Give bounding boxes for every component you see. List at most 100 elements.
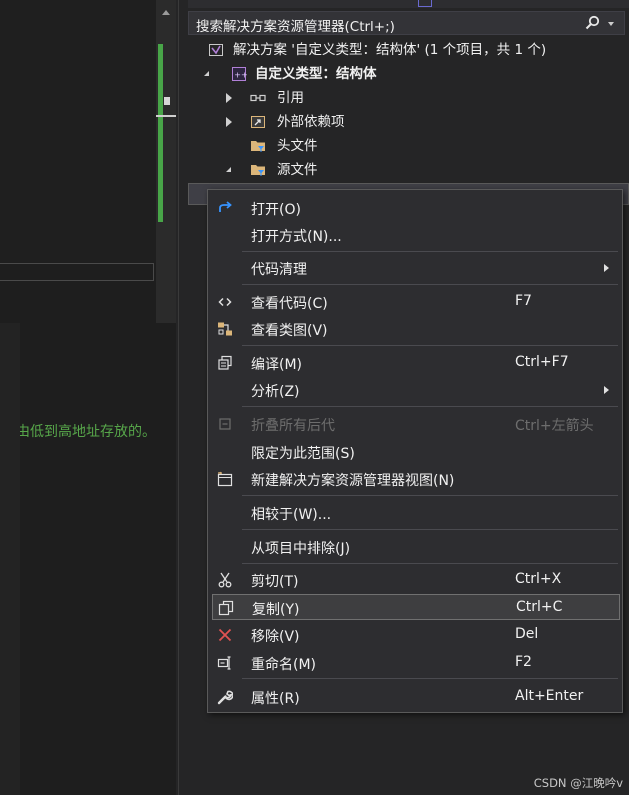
scrollbar-track[interactable]	[0, 323, 20, 795]
menu-item-label: 查看代码(C)	[251, 296, 328, 312]
menu-item-open-with[interactable]: 打开方式(N)...	[208, 222, 622, 248]
external-dependencies-icon	[251, 116, 265, 128]
menu-item-open[interactable]: 打开(O)	[208, 195, 622, 221]
menu-separator	[242, 495, 618, 496]
compile-icon	[218, 355, 232, 370]
expander-open-icon[interactable]	[226, 167, 231, 172]
tree-item-external-dependencies[interactable]: 外部依赖项	[188, 110, 629, 134]
remove-x-icon	[218, 628, 232, 642]
menu-item-label: 从项目中排除(J)	[251, 541, 351, 557]
change-marker-bar	[158, 44, 163, 222]
menu-item-view-class-diagram[interactable]: 查看类图(V)	[208, 316, 622, 342]
menu-item-remove[interactable]: 移除(V) Del	[208, 622, 622, 648]
menu-separator	[242, 678, 618, 679]
menu-item-rename[interactable]: 重命名(M) F2	[208, 650, 622, 676]
menu-separator	[242, 529, 618, 530]
explorer-search-box[interactable]: 搜索解决方案资源管理器(Ctrl+;)	[188, 11, 625, 35]
menu-item-shortcut: Ctrl+X	[515, 571, 562, 587]
external-dependencies-label: 外部依赖项	[277, 114, 345, 130]
header-files-label: 头文件	[277, 138, 318, 154]
editor-upper-pane	[0, 0, 156, 262]
tree-item-references[interactable]: 引用	[188, 86, 629, 110]
solution-icon	[209, 44, 223, 56]
submenu-arrow-icon	[604, 386, 609, 394]
editor-lower-pane	[0, 284, 156, 795]
menu-item-label: 折叠所有后代	[251, 418, 335, 434]
tree-item-source-files[interactable]: 源文件	[188, 158, 629, 182]
code-editor[interactable]: 由低到高地址存放的。	[0, 0, 156, 795]
menu-item-shortcut: Ctrl+C	[516, 599, 563, 615]
tree-item-solution[interactable]: 解决方案 '自定义类型：结构体' (1 个项目，共 1 个)	[188, 38, 629, 62]
menu-item-properties[interactable]: 属性(R) Alt+Enter	[208, 684, 622, 710]
expander-closed-icon[interactable]	[226, 93, 232, 103]
toolbar-toggle-icon[interactable]	[418, 0, 432, 7]
menu-separator	[242, 284, 618, 285]
solution-label: 解决方案 '自定义类型：结构体' (1 个项目，共 1 个)	[233, 42, 547, 58]
menu-item-view-code[interactable]: 查看代码(C) F7	[208, 289, 622, 315]
menu-item-new-explorer-view[interactable]: 新建解决方案资源管理器视图(N)	[208, 466, 622, 492]
editor-find-field[interactable]	[0, 263, 154, 281]
menu-item-shortcut: Alt+Enter	[515, 688, 584, 704]
menu-item-label: 查看类图(V)	[251, 323, 328, 339]
project-label: 自定义类型：结构体	[255, 66, 377, 82]
rename-icon	[217, 656, 231, 670]
menu-item-label: 代码清理	[251, 262, 307, 278]
menu-separator	[242, 563, 618, 564]
menu-item-shortcut: F2	[515, 654, 532, 670]
menu-item-shortcut: Ctrl+左箭头	[515, 418, 594, 434]
code-comment-line: 由低到高地址存放的。	[16, 424, 156, 440]
wrench-properties-icon	[217, 690, 233, 705]
menu-item-shortcut: Ctrl+F7	[515, 354, 569, 370]
menu-item-copy[interactable]: 复制(Y) Ctrl+C	[212, 594, 620, 620]
collapse-all-icon	[219, 418, 231, 430]
view-code-icon	[218, 297, 232, 307]
references-label: 引用	[277, 90, 304, 106]
menu-item-label: 复制(Y)	[252, 602, 300, 618]
menu-item-shortcut: Del	[515, 626, 539, 642]
menu-item-label: 打开(O)	[251, 202, 301, 218]
menu-item-label: 分析(Z)	[251, 384, 300, 400]
menu-item-collapse-all-descendants: 折叠所有后代 Ctrl+左箭头	[208, 411, 622, 437]
menu-item-compare-with[interactable]: 相较于(W)...	[208, 500, 622, 526]
scroll-position-marker	[156, 115, 178, 117]
expander-open-icon[interactable]	[204, 71, 209, 76]
search-placeholder: 搜索解决方案资源管理器(Ctrl+;)	[196, 19, 395, 35]
menu-item-code-cleanup[interactable]: 代码清理	[208, 255, 622, 281]
menu-item-label: 剪切(T)	[251, 574, 299, 590]
source-filter-folder-icon	[251, 165, 265, 176]
tree-item-header-files[interactable]: 头文件	[188, 134, 629, 158]
cut-scissors-icon	[218, 572, 232, 588]
watermark: CSDN @江晚吟v	[533, 776, 623, 790]
menu-item-label: 相较于(W)...	[251, 507, 332, 523]
menu-item-analyze[interactable]: 分析(Z)	[208, 377, 622, 403]
menu-item-label: 打开方式(N)...	[251, 229, 342, 245]
menu-item-label: 重命名(M)	[251, 657, 317, 673]
menu-separator	[242, 251, 618, 252]
menu-item-cut[interactable]: 剪切(T) Ctrl+X	[208, 567, 622, 593]
header-filter-folder-icon	[251, 141, 265, 152]
new-view-icon	[217, 471, 233, 487]
open-redo-icon	[219, 201, 232, 212]
source-files-label: 源文件	[277, 162, 318, 178]
copy-icon	[218, 600, 234, 616]
scrollbar-thumb[interactable]	[164, 97, 170, 105]
svg-text:++: ++	[234, 71, 247, 80]
menu-item-scope-to-this[interactable]: 限定为此范围(S)	[208, 439, 622, 465]
context-menu: 打开(O) 打开方式(N)... 代码清理 查看代码(C) F7 查看类图(V)	[207, 189, 623, 713]
menu-item-label: 新建解决方案资源管理器视图(N)	[251, 473, 455, 489]
expander-closed-icon[interactable]	[226, 117, 232, 127]
splitter-divider	[178, 0, 179, 795]
menu-item-shortcut: F7	[515, 293, 532, 309]
tree-item-project[interactable]: ++ 自定义类型：结构体	[188, 62, 629, 86]
search-icon[interactable]	[584, 15, 600, 31]
class-diagram-icon	[218, 322, 232, 336]
scroll-up-arrow-icon[interactable]	[162, 10, 170, 15]
menu-item-compile[interactable]: 编译(M) Ctrl+F7	[208, 350, 622, 376]
menu-item-label: 限定为此范围(S)	[251, 446, 355, 462]
menu-item-label: 编译(M)	[251, 357, 303, 373]
search-options-dropdown-icon[interactable]	[608, 22, 614, 26]
menu-item-label: 移除(V)	[251, 629, 300, 645]
menu-separator	[242, 406, 618, 407]
cpp-project-icon: ++	[232, 67, 247, 81]
menu-item-exclude-from-project[interactable]: 从项目中排除(J)	[208, 534, 622, 560]
